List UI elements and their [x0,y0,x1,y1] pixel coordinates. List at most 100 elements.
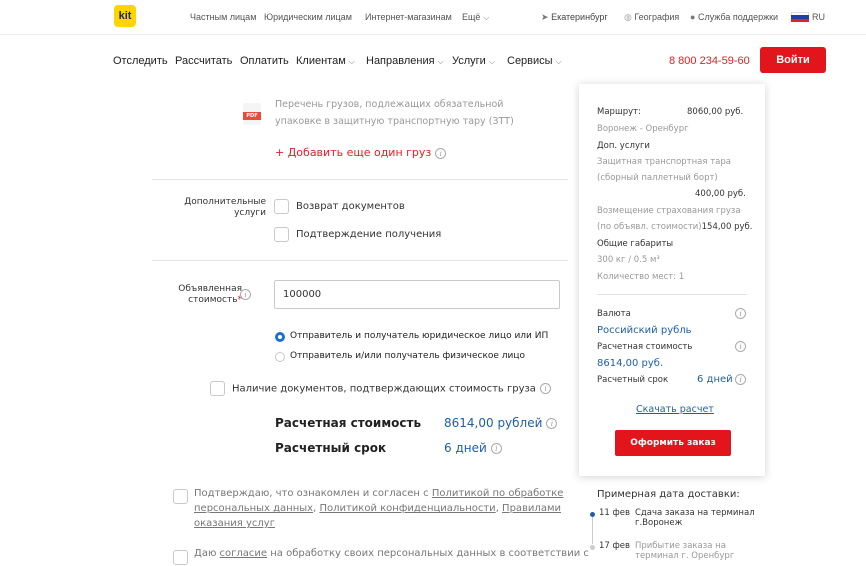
confirm-receipt-checkbox[interactable] [274,227,289,242]
calc-cost-label: Расчетная стоимость [275,416,422,430]
consent-policy-text: Подтверждаю, что ознакомлен и согласен с… [194,486,563,531]
nav-services[interactable]: Услуги ⌵ [452,55,495,67]
radio-individual-label[interactable]: Отправитель и/или получатель физическое … [290,351,525,361]
currency-value: Российский рубль [597,325,692,336]
city-selector[interactable]: ➤ Екатеринбург [541,12,608,23]
info-icon[interactable]: i [735,374,746,385]
delivery-title: Примерная дата доставки: [597,489,740,500]
link-legal-entities[interactable]: Юридическим лицам [264,12,352,22]
link-consent[interactable]: согласие [220,548,268,559]
radio-legal-entity[interactable] [275,332,285,342]
add-cargo-label: + Добавить еще один груз [275,146,432,159]
currency-label: Валюта [597,309,631,319]
info-icon[interactable]: i [546,418,558,429]
link-personal-data-policy-cont[interactable]: персональных данных [194,503,313,514]
dimensions-value: 300 кг / 0.5 м³ [597,255,660,265]
place-order-button[interactable]: Оформить заказ [615,430,731,456]
confirm-receipt-label[interactable]: Подтверждение получения [296,229,441,240]
docs-available-label[interactable]: Наличие документов, подтверждающих стоим… [232,383,551,395]
declared-value-label: Объявленная стоимость* [160,284,242,306]
route-value: Воронеж - Оренбург [597,124,689,134]
ztt-doc-line1[interactable]: Перечень грузов, подлежащих обязательной [275,99,503,110]
language-label[interactable]: RU [812,12,825,22]
packaging-price: 400,00 руб. [695,189,746,199]
download-calc-link[interactable]: Скачать расчет [636,404,714,415]
add-cargo-link[interactable]: + Добавить еще один груз i [275,146,447,159]
chevron-down-icon: ⌵ [555,57,562,66]
login-button[interactable]: Войти [760,47,826,73]
chevron-down-icon: ⌵ [483,13,490,22]
link-more[interactable]: Ещё ⌵ [462,12,490,23]
docs-available-text: Наличие документов, подтверждающих стоим… [232,383,536,395]
link-geography[interactable]: ◍ География [624,12,679,23]
declared-value-label-line1: Объявленная [178,284,242,294]
info-icon[interactable]: i [490,443,502,454]
consent-data-checkbox[interactable] [173,550,188,565]
link-privacy-policy[interactable]: Политикой конфиденциальности [319,503,495,514]
ztt-doc-line2[interactable]: упаковке в защитную транспортную тару (З… [275,116,514,127]
pdf-icon[interactable]: PDF [243,103,261,125]
insurance-line1: Возмещение страхования груза [597,206,741,216]
consent-policy-checkbox[interactable] [173,489,188,504]
info-icon[interactable]: i [735,341,746,352]
info-icon[interactable]: i [240,289,251,300]
consent-data-prefix: Даю [194,548,220,559]
top-bar: kit Частным лицам Юридическим лицам Инте… [0,0,866,35]
step1-line2: г.Воронеж [635,518,683,528]
nav-tools-label: Сервисы [507,55,553,67]
extra-services-label-line2: услуги [234,208,266,218]
consent-data-suffix: на обработку своих персональных данных в… [267,548,589,559]
globe-icon: ◍ [624,12,632,22]
nav-services-label: Услуги [452,55,486,67]
places-count: Количество мест: 1 [597,272,685,282]
panel-term-value: 6 дней [697,374,733,385]
nav-directions[interactable]: Направления ⌵ [366,55,444,67]
declared-value-input[interactable]: 100000 [274,280,560,309]
geography-label: География [634,12,680,22]
link-service-rules[interactable]: Правилами [502,503,561,514]
extra-services-label-line1: Дополнительные [184,197,266,207]
calc-term-amount: 6 дней [444,441,487,455]
divider [152,179,568,180]
packaging-line2: (сборный паллетный борт) [597,173,718,183]
info-icon[interactable]: i [435,147,447,159]
panel-cost-label: Расчетная стоимость [597,342,693,352]
support-icon: ● [690,12,696,22]
consent-data-text: Даю согласие на обработку своих персонал… [194,548,589,559]
info-icon[interactable]: i [735,308,746,319]
kit-logo[interactable]: kit [114,5,136,27]
return-docs-label[interactable]: Возврат документов [296,201,405,212]
nav-calculate[interactable]: Рассчитать [175,55,232,67]
timeline-dot [590,545,595,550]
timeline-dot-active [590,512,595,517]
link-individuals[interactable]: Частным лицам [190,12,256,22]
insurance-line2: (по объявл. стоимости)154,00 руб. [597,222,752,232]
nav-track[interactable]: Отследить [113,55,168,67]
docs-available-checkbox[interactable] [210,381,225,396]
insurance-line2-text: (по объявл. стоимости) [597,222,702,232]
link-service-rules-cont[interactable]: оказания услуг [194,518,275,529]
nav-clients[interactable]: Клиентам ⌵ [296,55,355,67]
panel-divider [597,294,747,295]
link-personal-data-policy[interactable]: Политикой по обработке [432,488,564,499]
radio-individual[interactable] [275,352,285,362]
main-nav: Отследить Рассчитать Оплатить Клиентам ⌵ … [0,36,866,82]
chevron-down-icon: ⌵ [488,57,495,66]
panel-cost-value: 8614,00 руб. [597,358,664,369]
nav-pay[interactable]: Оплатить [240,55,289,67]
insurance-price: 154,00 руб. [701,222,753,232]
russia-flag-icon[interactable] [791,12,809,22]
step1-line1: Сдача заказа на терминал [635,508,755,518]
link-support[interactable]: ● Служба поддержки [690,12,778,22]
extra-services-label: Дополнительные услуги [160,197,266,219]
info-icon[interactable]: i [539,383,551,394]
return-docs-checkbox[interactable] [274,199,289,214]
calc-cost-value: 8614,00 рублей i [444,416,558,430]
extra-services-heading: Доп. услуги [597,141,650,151]
support-label: Служба поддержки [697,12,779,22]
phone-number[interactable]: 8 800 234-59-60 [669,55,750,67]
link-online-stores[interactable]: Интернет-магазинам [365,12,452,22]
chevron-down-icon: ⌵ [437,57,444,66]
nav-tools[interactable]: Сервисы ⌵ [507,55,562,67]
radio-legal-entity-label[interactable]: Отправитель и получатель юридическое лиц… [290,331,548,341]
